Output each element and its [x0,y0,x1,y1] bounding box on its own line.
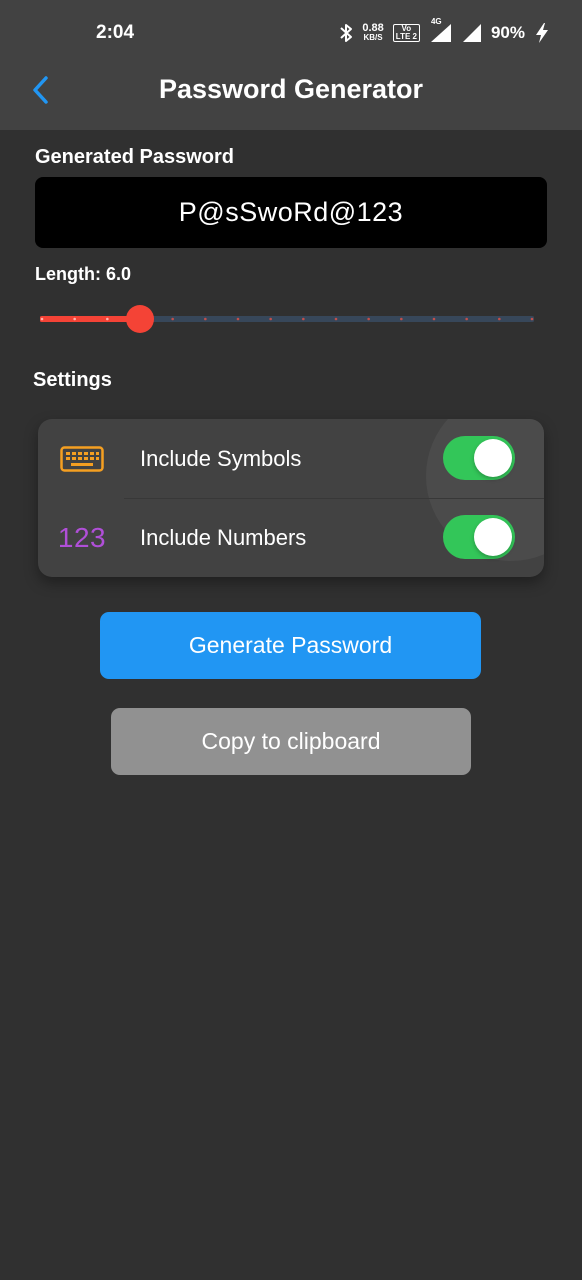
slider-tick [171,317,174,321]
network-type-label: 4G [430,17,442,26]
page-title: Password Generator [158,74,424,104]
toggle-knob [474,439,512,477]
settings-label: Settings [33,369,112,391]
copy-to-clipboard-button[interactable]: Copy to clipboard [111,708,471,775]
include-numbers-label: Include Numbers [140,524,307,550]
slider-tick [498,317,501,321]
generate-password-button[interactable]: Generate Password [100,612,481,679]
slider-tick [106,317,109,321]
slider-tick [367,317,370,321]
keyboard-icon [58,419,106,498]
slider-tick [432,317,436,321]
slider-tick [530,317,534,321]
include-symbols-toggle[interactable] [443,436,515,480]
signal-icon [462,24,481,42]
generated-password-value: P@sSwoRd@123 [178,197,404,227]
battery-percent: 90% [490,23,525,42]
signal-icon [430,24,451,42]
volte-bottom-label: LTE 2 [395,32,417,41]
setting-include-symbols[interactable]: Include Symbols [38,419,544,498]
status-time: 2:04 [96,22,135,43]
app-bar: 2:04 0.88 KB/S Vo LTE 2 4G 90% Password … [0,0,582,130]
numbers-icon: 123 [58,498,106,577]
setting-include-numbers[interactable]: 123 Include Numbers [38,498,544,577]
slider-thumb[interactable] [126,305,154,333]
slider-tick [269,317,272,321]
generated-password-field[interactable]: P@sSwoRd@123 [35,177,547,248]
slider-tick [40,317,44,321]
slider-tick [465,317,468,321]
generated-password-label: Generated Password [35,146,234,168]
length-slider[interactable] [40,304,534,334]
toggle-knob [474,518,512,556]
network-speed: 0.88 KB/S [362,22,384,43]
password-generator-screen: 2:04 0.88 KB/S Vo LTE 2 4G 90% Password … [0,0,582,1280]
slider-tick [204,317,207,321]
network-speed-unit: KB/S [363,33,383,42]
network-speed-value: 0.88 [362,22,384,34]
length-label: Length: 6.0 [35,264,132,284]
numbers-icon-text: 123 [57,521,107,553]
slider-tick [400,317,403,321]
slider-tick [302,317,305,321]
include-numbers-toggle[interactable] [443,515,515,559]
slider-tick [73,317,76,321]
include-symbols-label: Include Symbols [140,445,302,471]
settings-card: Include Symbols 123 Include Numbers [38,419,544,577]
slider-tick [236,317,240,321]
status-icons: 0.88 KB/S Vo LTE 2 4G 90% [339,17,550,46]
signal-4g: 4G [429,17,453,43]
slider-tick [334,317,338,321]
volte-icon: Vo LTE 2 [392,24,420,42]
battery-charging-icon [536,23,548,43]
bluetooth-icon [340,24,353,42]
